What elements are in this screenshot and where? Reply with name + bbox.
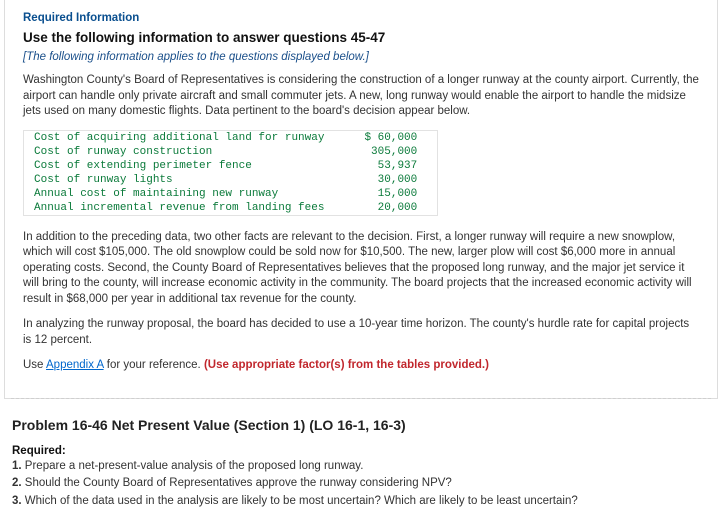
use-factor-note: (Use appropriate factor(s) from the tabl… (204, 359, 489, 371)
list-item: 1. Prepare a net-present-value analysis … (12, 459, 710, 475)
row-label: Cost of extending perimeter fence (24, 159, 335, 173)
table-row: Annual incremental revenue from landing … (24, 201, 438, 216)
list-item: 3. Which of the data used in the analysi… (12, 494, 710, 510)
row-label: Cost of runway construction (24, 145, 335, 159)
item-text: Prepare a net-present-value analysis of … (25, 460, 364, 472)
use-heading: Use the following information to answer … (23, 30, 699, 45)
row-value: $ 60,000 (334, 130, 437, 145)
row-label: Annual incremental revenue from landing … (24, 201, 335, 216)
use-appendix-line: Use Appendix A for your reference. (Use … (23, 358, 699, 374)
item-number: 3. (12, 495, 25, 507)
table-row: Cost of runway lights30,000 (24, 173, 438, 187)
row-label: Cost of runway lights (24, 173, 335, 187)
use-text-pre: Use (23, 359, 46, 371)
info-card: Required Information Use the following i… (4, 0, 718, 399)
problem-title: Problem 16-46 Net Present Value (Section… (12, 417, 710, 433)
row-value: 20,000 (334, 201, 437, 216)
required-info-label: Required Information (23, 12, 699, 24)
list-item: 2. Should the County Board of Representa… (12, 476, 710, 492)
item-text: Which of the data used in the analysis a… (25, 495, 578, 507)
required-list: 1. Prepare a net-present-value analysis … (12, 459, 710, 510)
context-paragraph-2: In addition to the preceding data, two o… (23, 230, 699, 308)
applies-note: [The following information applies to th… (23, 51, 699, 63)
required-label: Required: (12, 445, 710, 457)
row-label: Cost of acquiring additional land for ru… (24, 130, 335, 145)
item-number: 1. (12, 460, 25, 472)
problem-block: Problem 16-46 Net Present Value (Section… (0, 399, 722, 519)
table-row: Cost of extending perimeter fence53,937 (24, 159, 438, 173)
context-paragraph-3: In analyzing the runway proposal, the bo… (23, 317, 699, 348)
row-value: 53,937 (334, 159, 437, 173)
table-row: Annual cost of maintaining new runway15,… (24, 187, 438, 201)
intro-paragraph: Washington County's Board of Representat… (23, 73, 699, 120)
item-number: 2. (12, 477, 25, 489)
item-text: Should the County Board of Representativ… (25, 477, 452, 489)
cost-data-table: Cost of acquiring additional land for ru… (23, 130, 438, 216)
table-row: Cost of runway construction305,000 (24, 145, 438, 159)
row-value: 305,000 (334, 145, 437, 159)
table-row: Cost of acquiring additional land for ru… (24, 130, 438, 145)
row-value: 15,000 (334, 187, 437, 201)
use-text-post: for your reference. (104, 359, 204, 371)
row-label: Annual cost of maintaining new runway (24, 187, 335, 201)
appendix-link[interactable]: Appendix A (46, 359, 104, 371)
row-value: 30,000 (334, 173, 437, 187)
